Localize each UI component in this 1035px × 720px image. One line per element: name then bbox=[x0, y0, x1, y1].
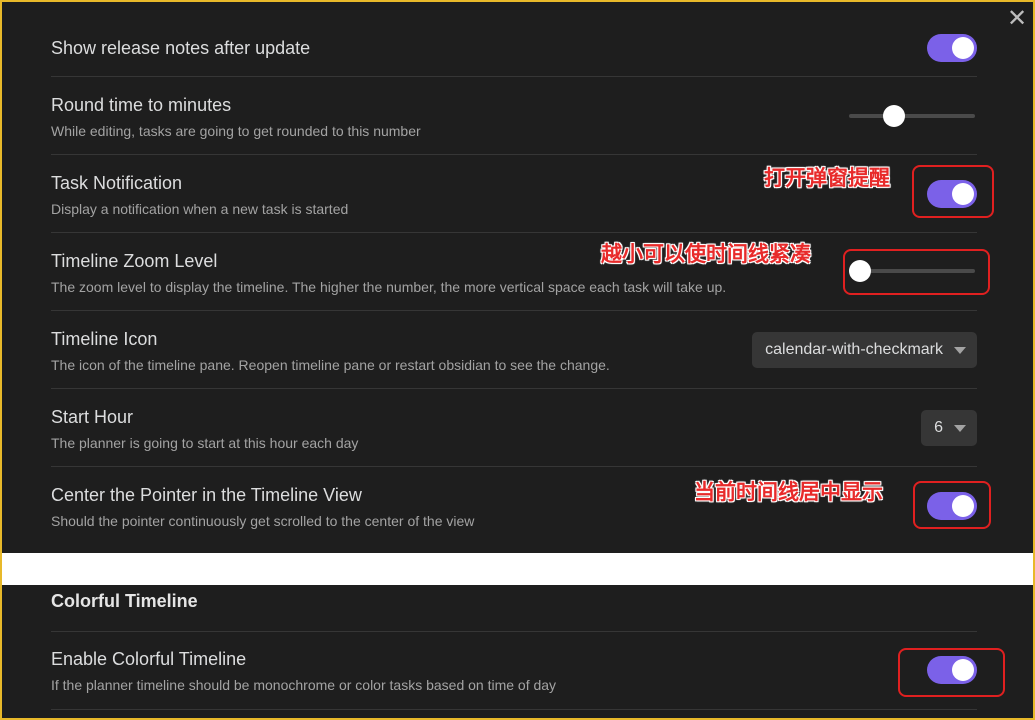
slider-thumb[interactable] bbox=[883, 105, 906, 127]
start-hour-dropdown[interactable]: 6 bbox=[921, 410, 977, 446]
colorful-timeline-panel: Colorful Timeline Enable Colorful Timeli… bbox=[2, 585, 1033, 718]
setting-name: Enable Colorful Timeline bbox=[51, 649, 247, 669]
round-time-slider[interactable] bbox=[849, 105, 975, 127]
task-notification-toggle[interactable] bbox=[927, 180, 977, 208]
timeline-zoom-slider[interactable] bbox=[849, 260, 975, 282]
colorful-timeline-toggle[interactable] bbox=[927, 656, 977, 684]
setting-name: Timeline Zoom Level bbox=[51, 251, 218, 271]
setting-name: Timeline Icon bbox=[51, 329, 158, 349]
setting-name: Center the Pointer in the Timeline View bbox=[51, 485, 362, 505]
setting-description: The icon of the timeline pane. Reopen ti… bbox=[51, 357, 610, 373]
setting-description: The zoom level to display the timeline. … bbox=[51, 279, 727, 295]
setting-timeline-icon: Timeline Icon The icon of the timeline p… bbox=[51, 311, 977, 389]
setting-name: Start Hour bbox=[51, 407, 134, 427]
setting-timeline-zoom: Timeline Zoom Level The zoom level to di… bbox=[51, 233, 977, 311]
setting-name: Round time to minutes bbox=[51, 95, 232, 115]
close-icon[interactable]: ✕ bbox=[1003, 6, 1031, 34]
toggle-knob bbox=[952, 495, 974, 517]
setting-description: The planner is going to start at this ho… bbox=[51, 435, 359, 451]
setting-name: Show release notes after update bbox=[51, 38, 311, 58]
setting-start-hour: Start Hour The planner is going to start… bbox=[51, 389, 977, 467]
setting-enable-colorful: Enable Colorful Timeline If the planner … bbox=[51, 632, 977, 710]
chevron-down-icon bbox=[954, 347, 966, 354]
center-pointer-toggle[interactable] bbox=[927, 492, 977, 520]
dropdown-value: 6 bbox=[934, 419, 943, 436]
setting-round-time: Round time to minutes While editing, tas… bbox=[51, 77, 977, 155]
timeline-icon-dropdown[interactable]: calendar-with-checkmark bbox=[752, 332, 977, 368]
annotation-notification: 打开弹窗提醒 bbox=[764, 165, 890, 190]
setting-description: If the planner timeline should be monoch… bbox=[51, 677, 557, 693]
toggle-knob bbox=[952, 659, 974, 681]
setting-name: Task Notification bbox=[51, 173, 183, 193]
slider-track bbox=[849, 114, 975, 118]
release-notes-toggle[interactable] bbox=[927, 34, 977, 62]
annotation-center: 当前时间线居中显示 bbox=[694, 479, 883, 504]
section-heading: Colorful Timeline bbox=[51, 585, 977, 632]
setting-description: While editing, tasks are going to get ro… bbox=[51, 123, 421, 139]
setting-description: Display a notification when a new task i… bbox=[51, 201, 349, 217]
setting-show-release-notes: Show release notes after update bbox=[51, 20, 977, 77]
settings-panel: ✕ Show release notes after update Round … bbox=[2, 2, 1033, 553]
toggle-knob bbox=[952, 37, 974, 59]
annotation-zoom: 越小可以使时间线紧凑 bbox=[601, 241, 811, 266]
chevron-down-icon bbox=[954, 425, 966, 432]
setting-description: Should the pointer continuously get scro… bbox=[51, 513, 475, 529]
dropdown-value: calendar-with-checkmark bbox=[765, 341, 943, 358]
toggle-knob bbox=[952, 183, 974, 205]
section-title: Colorful Timeline bbox=[51, 591, 198, 611]
slider-thumb[interactable] bbox=[849, 260, 872, 282]
